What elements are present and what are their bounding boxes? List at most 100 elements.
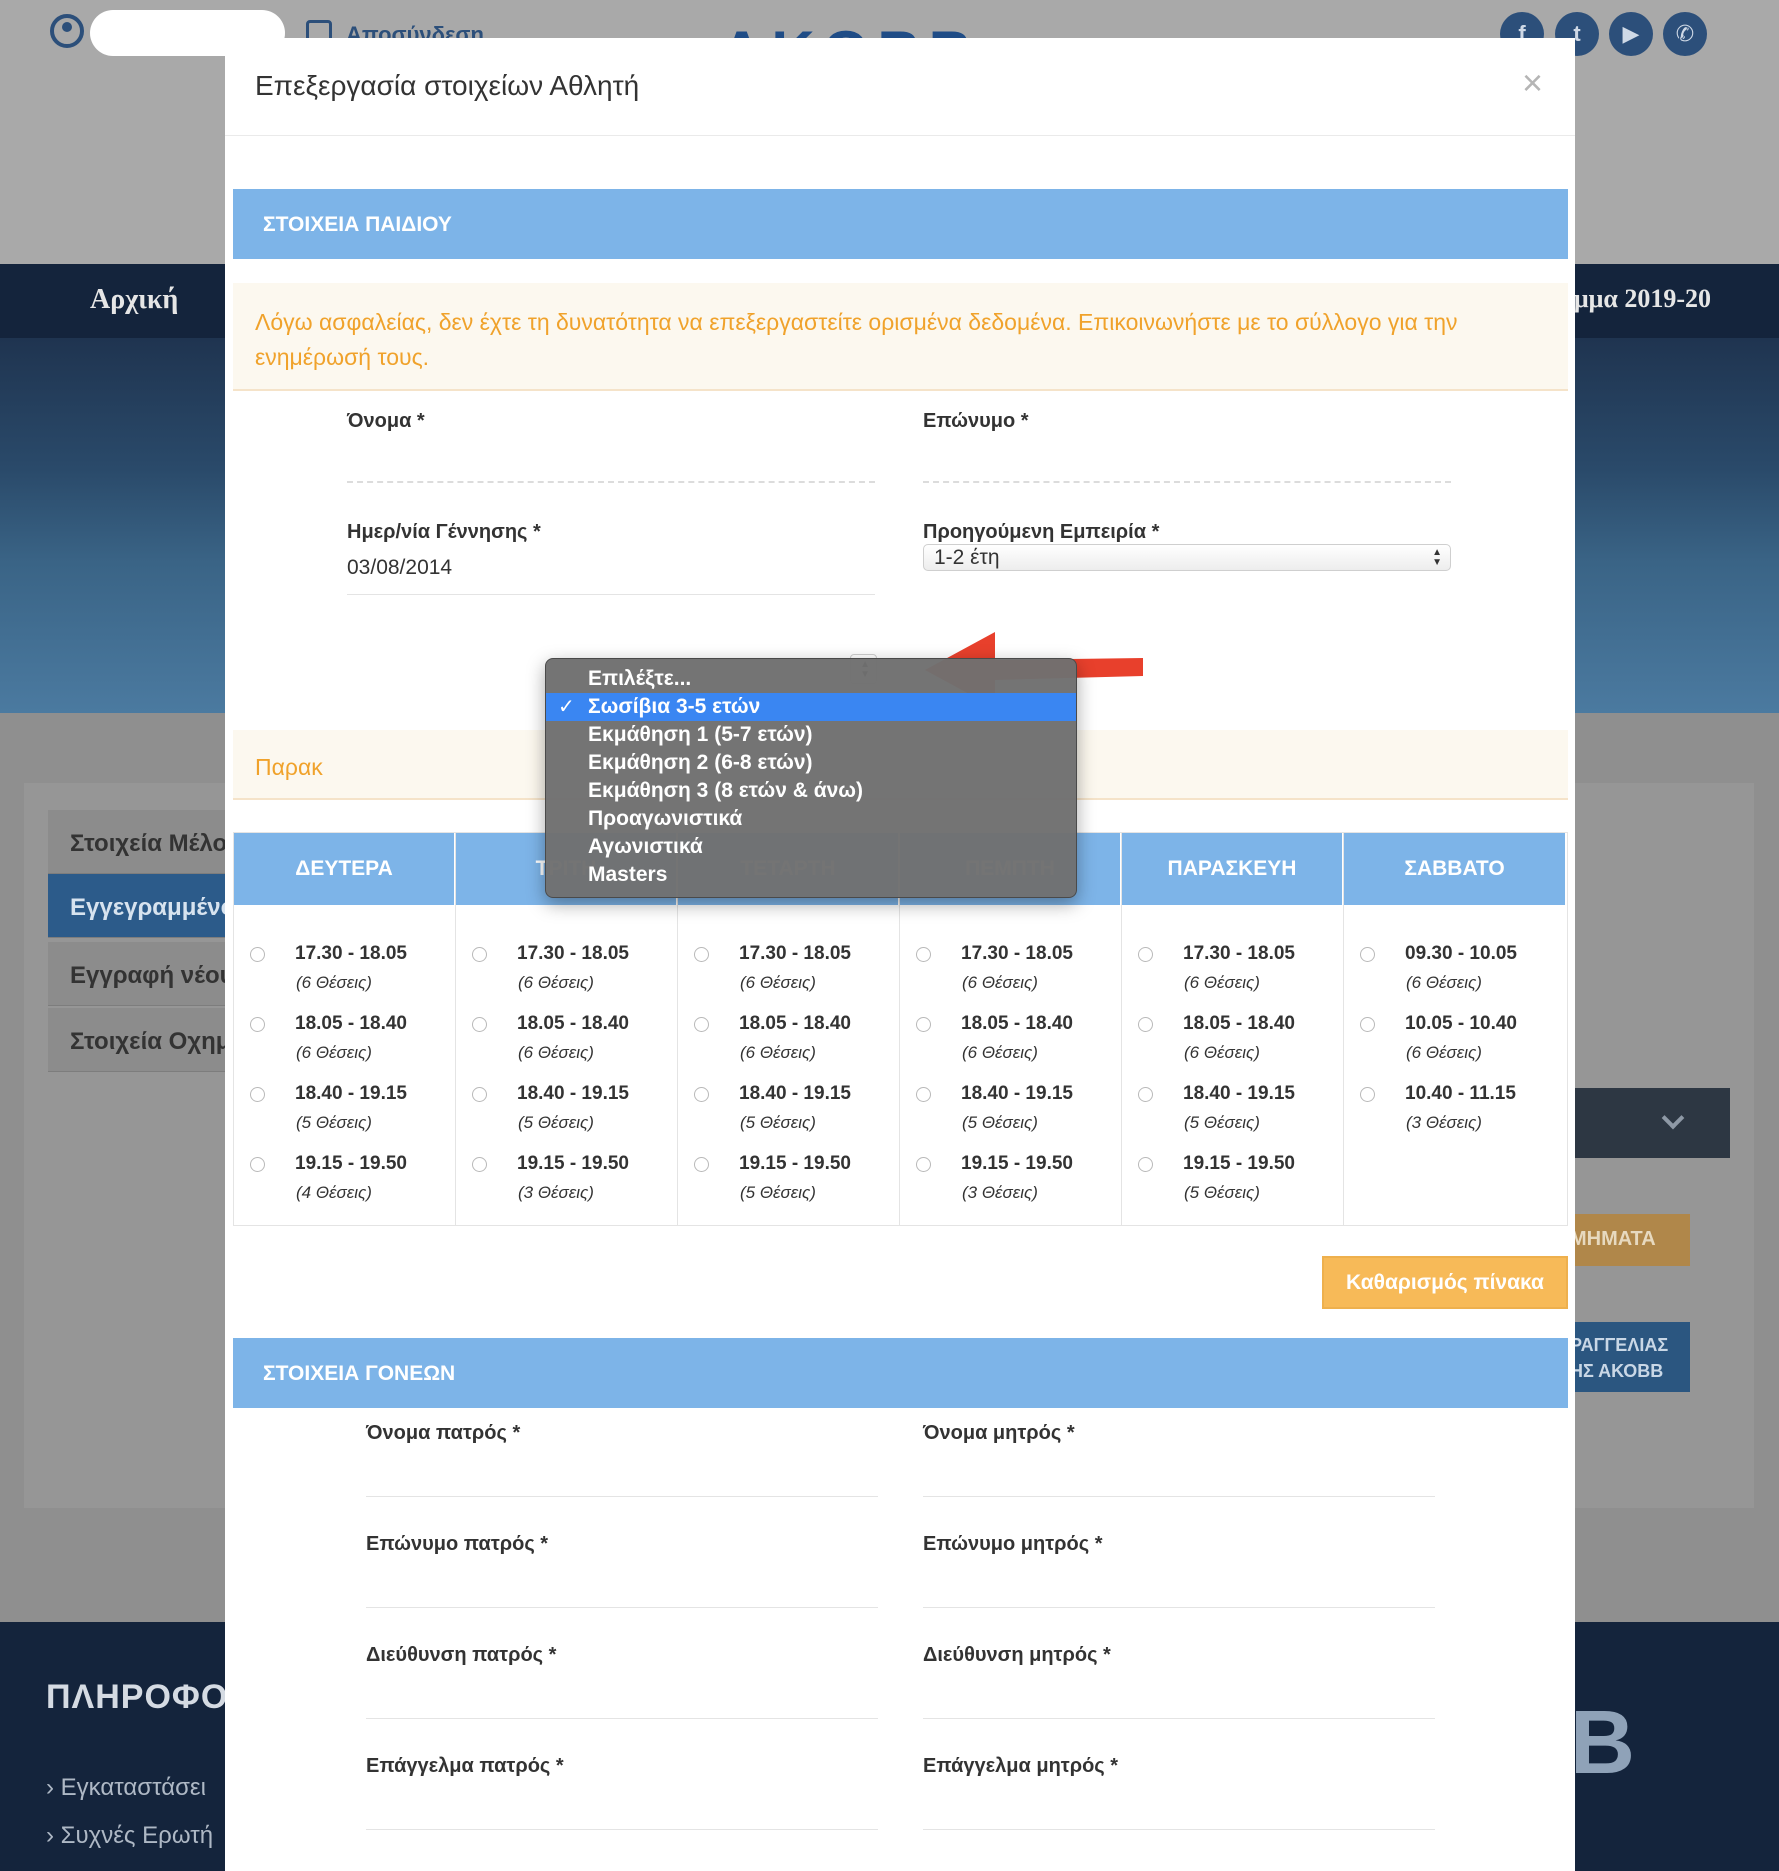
time-slot-radio[interactable] bbox=[1360, 947, 1375, 962]
mother-address-label: Διεύθυνση μητρός * bbox=[923, 1644, 1111, 1666]
time-slot-seats: (3 Θέσεις) bbox=[1406, 1113, 1482, 1132]
mother-address-field[interactable] bbox=[923, 1718, 1435, 1719]
sidebar-item-new-registration[interactable]: Εγγραφή νέου bbox=[48, 942, 248, 1006]
time-slot-seats: (6 Θέσεις) bbox=[740, 1043, 816, 1062]
time-slot-time: 19.15 - 19.50 bbox=[295, 1153, 407, 1174]
time-slot-time: 18.40 - 19.15 bbox=[295, 1083, 407, 1104]
edit-athlete-modal: Επεξεργασία στοιχείων Αθλητή × ΣΤΟΙΧΕΙΑ … bbox=[225, 38, 1575, 1871]
time-slot-radio[interactable] bbox=[250, 1157, 265, 1172]
close-icon[interactable]: × bbox=[1522, 62, 1543, 104]
time-slot-seats: (6 Θέσεις) bbox=[296, 1043, 372, 1062]
day-header: ΣΑΒΒΑΤΟ bbox=[1344, 833, 1566, 905]
nav-season[interactable]: μμα 2019-20 bbox=[1574, 284, 1711, 314]
time-slot-radio[interactable] bbox=[1360, 1087, 1375, 1102]
dropdown-option[interactable]: Επιλέξτε... bbox=[546, 665, 1076, 693]
sidebar-item-registered[interactable]: Εγγεγραμμένο bbox=[48, 874, 248, 938]
footer-link-faq[interactable]: › Συχνές Ερωτή bbox=[46, 1822, 213, 1850]
footer-logo: B bbox=[1570, 1693, 1635, 1793]
time-slot-time: 17.30 - 18.05 bbox=[961, 943, 1073, 964]
time-slot-radio[interactable] bbox=[472, 1157, 487, 1172]
time-slot-radio[interactable] bbox=[250, 1017, 265, 1032]
mother-profession-field[interactable] bbox=[923, 1829, 1435, 1830]
time-slot-time: 18.40 - 19.15 bbox=[517, 1083, 629, 1104]
modal-title: Επεξεργασία στοιχείων Αθλητή bbox=[255, 70, 640, 101]
dropdown-option[interactable]: Εκμάθηση 2 (6-8 ετών) bbox=[546, 749, 1076, 777]
time-slot-radio[interactable] bbox=[916, 1157, 931, 1172]
dropdown-option-label: Εκμάθηση 1 (5-7 ετών) bbox=[588, 723, 813, 746]
time-slot-radio[interactable] bbox=[916, 1017, 931, 1032]
dropdown-option-label: Masters bbox=[588, 863, 668, 886]
time-slot-seats: (5 Θέσεις) bbox=[962, 1113, 1038, 1132]
day-column: ΠΑΡΑΣΚΕΥΗ 17.30 - 18.05 (6 Θέσεις) 18.05 - … bbox=[1122, 833, 1344, 1225]
right-panel-button-announcements[interactable]: ΜΗΜΑΤΑ bbox=[1560, 1214, 1690, 1266]
time-slot-radio[interactable] bbox=[1138, 1087, 1153, 1102]
time-slot-time: 10.05 - 10.40 bbox=[1405, 1013, 1517, 1034]
group-dropdown-list[interactable]: Επιλέξτε... ✓ Σωσίβια 3-5 ετών Εκμάθηση 1 (… bbox=[545, 658, 1077, 898]
birth-date-value: 03/08/2014 bbox=[347, 556, 453, 579]
time-slot-radio[interactable] bbox=[1138, 1157, 1153, 1172]
time-slot-radio[interactable] bbox=[1138, 947, 1153, 962]
time-slot-radio[interactable] bbox=[250, 947, 265, 962]
dropdown-option[interactable]: ✓ Σωσίβια 3-5 ετών bbox=[546, 693, 1076, 721]
time-slot-seats: (3 Θέσεις) bbox=[518, 1183, 594, 1202]
viber-icon[interactable]: ✆ bbox=[1663, 12, 1707, 56]
mother-last-name-field[interactable] bbox=[923, 1607, 1435, 1608]
nav-home[interactable]: Αρχική bbox=[90, 284, 178, 316]
day-column: ΔΕΥΤΕΡΑ 17.30 - 18.05 (6 Θέσεις) 18.05 - 18… bbox=[234, 833, 456, 1225]
right-panel-button-info[interactable]: ΡΑΓΓΕΛΙΑΣ ΗΣ ΑΚΟΒΒ bbox=[1560, 1322, 1690, 1392]
time-slot-radio[interactable] bbox=[916, 947, 931, 962]
time-slot-radio[interactable] bbox=[694, 947, 709, 962]
time-slot-radio[interactable] bbox=[472, 947, 487, 962]
dropdown-option[interactable]: Εκμάθηση 1 (5-7 ετών) bbox=[546, 721, 1076, 749]
time-slot-seats: (6 Θέσεις) bbox=[518, 1043, 594, 1062]
right-panel-header[interactable] bbox=[1560, 1088, 1730, 1158]
modal-header: Επεξεργασία στοιχείων Αθλητή × bbox=[225, 38, 1575, 136]
time-slot-time: 18.40 - 19.15 bbox=[739, 1083, 851, 1104]
last-name-label: Επώνυμο * bbox=[923, 410, 1029, 432]
time-slot-seats: (5 Θέσεις) bbox=[740, 1113, 816, 1132]
dropdown-option[interactable]: Εκμάθηση 3 (8 ετών & άνω) bbox=[546, 777, 1076, 805]
mother-first-name-field[interactable] bbox=[923, 1496, 1435, 1497]
experience-label: Προηγούμενη Εμπειρία * bbox=[923, 521, 1160, 543]
father-first-name-label: Όνομα πατρός * bbox=[366, 1422, 521, 1444]
clear-table-button[interactable]: Καθαρισμός πίνακα bbox=[1322, 1256, 1568, 1309]
time-slot-radio[interactable] bbox=[250, 1087, 265, 1102]
time-slot-radio[interactable] bbox=[472, 1017, 487, 1032]
sidebar-item-member-info[interactable]: Στοιχεία Μέλο bbox=[48, 810, 248, 874]
sidebar-item-vehicle-info[interactable]: Στοιχεία Οχημ bbox=[48, 1008, 248, 1072]
time-slot-time: 10.40 - 11.15 bbox=[1405, 1083, 1516, 1104]
time-slot-time: 19.15 - 19.50 bbox=[517, 1153, 629, 1174]
time-slot-radio[interactable] bbox=[694, 1087, 709, 1102]
experience-select[interactable]: 1-2 έτη ▲ ▼ bbox=[923, 544, 1451, 571]
father-first-name-field[interactable] bbox=[366, 1496, 878, 1497]
footer-link-facilities[interactable]: › Εγκαταστάσει bbox=[46, 1774, 206, 1802]
time-slot-time: 09.30 - 10.05 bbox=[1405, 943, 1517, 964]
time-slot-radio[interactable] bbox=[694, 1017, 709, 1032]
time-slot-seats: (6 Θέσεις) bbox=[1184, 973, 1260, 992]
time-slot-radio[interactable] bbox=[1360, 1017, 1375, 1032]
time-slot-seats: (6 Θέσεις) bbox=[296, 973, 372, 992]
father-address-field[interactable] bbox=[366, 1718, 878, 1719]
time-slot-radio[interactable] bbox=[1138, 1017, 1153, 1032]
first-name-label: Όνομα * bbox=[347, 410, 425, 432]
dropdown-option[interactable]: Masters bbox=[546, 861, 1076, 889]
father-profession-field[interactable] bbox=[366, 1829, 878, 1830]
time-slot-time: 18.40 - 19.15 bbox=[961, 1083, 1073, 1104]
time-slot-radio[interactable] bbox=[694, 1157, 709, 1172]
time-slot-time: 18.05 - 18.40 bbox=[517, 1013, 629, 1034]
time-slot-time: 18.05 - 18.40 bbox=[961, 1013, 1073, 1034]
footer-link-faq-label: Συχνές Ερωτή bbox=[60, 1822, 214, 1849]
time-slot-seats: (5 Θέσεις) bbox=[1184, 1113, 1260, 1132]
dropdown-option-label: Εκμάθηση 3 (8 ετών & άνω) bbox=[588, 779, 864, 802]
dropdown-option[interactable]: Αγωνιστικά bbox=[546, 833, 1076, 861]
dropdown-option[interactable]: Προαγωνιστικά bbox=[546, 805, 1076, 833]
time-slot-radio[interactable] bbox=[916, 1087, 931, 1102]
user-icon[interactable] bbox=[50, 14, 84, 48]
time-slot-seats: (5 Θέσεις) bbox=[518, 1113, 594, 1132]
father-last-name-field[interactable] bbox=[366, 1607, 878, 1608]
time-slot-radio[interactable] bbox=[472, 1087, 487, 1102]
footer-link-facilities-label: Εγκαταστάσει bbox=[60, 1774, 206, 1801]
youtube-icon[interactable]: ▶ bbox=[1609, 12, 1653, 56]
birth-date-field bbox=[347, 594, 875, 595]
time-slot-time: 17.30 - 18.05 bbox=[1183, 943, 1295, 964]
